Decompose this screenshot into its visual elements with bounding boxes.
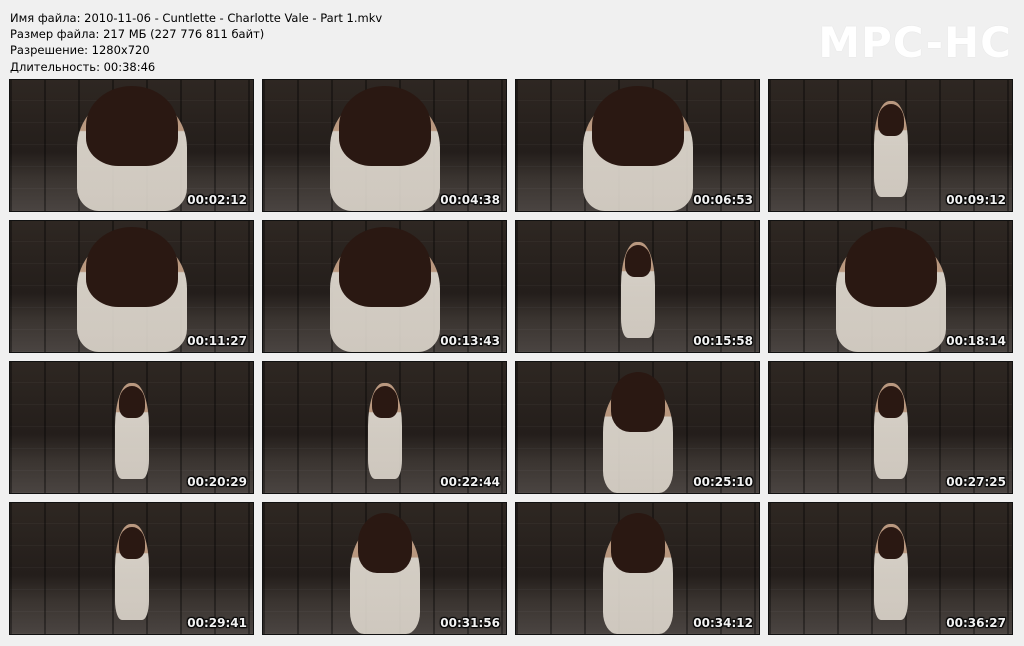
thumbnail-figure-head xyxy=(338,86,431,166)
thumbnail-figure-head xyxy=(610,372,665,432)
thumbnail: 00:36:27 xyxy=(768,502,1013,635)
thumbnail-timestamp: 00:06:53 xyxy=(693,193,753,207)
thumbnail: 00:13:43 xyxy=(262,220,507,353)
thumbnail-grid: 00:02:12 00:04:38 00:06:53 00:09:12 00:11:27… xyxy=(9,79,1013,635)
thumbnail-figure-head xyxy=(357,513,412,573)
thumbnail-timestamp: 00:36:27 xyxy=(946,616,1006,630)
thumbnail-timestamp: 00:29:41 xyxy=(187,616,247,630)
thumbnail-figure-head xyxy=(877,386,904,418)
video-resolution: Разрешение: 1280x720 xyxy=(10,43,150,58)
thumbnail-figure-head xyxy=(85,86,178,166)
thumbnail-timestamp: 00:34:12 xyxy=(693,616,753,630)
thumbnail: 00:20:29 xyxy=(9,361,254,494)
thumbnail: 00:34:12 xyxy=(515,502,760,635)
thumbnail-timestamp: 00:27:25 xyxy=(946,475,1006,489)
thumbnail: 00:27:25 xyxy=(768,361,1013,494)
thumbnail-figure-head xyxy=(844,227,937,307)
thumbnail-figure-head xyxy=(624,245,651,277)
thumbnail-timestamp: 00:04:38 xyxy=(440,193,500,207)
thumbnail-timestamp: 00:15:58 xyxy=(693,334,753,348)
thumbnail: 00:11:27 xyxy=(9,220,254,353)
thumbnail-figure-head xyxy=(610,513,665,573)
thumbnail-timestamp: 00:22:44 xyxy=(440,475,500,489)
mpc-hc-logo: MPC-HC xyxy=(818,18,1012,67)
thumbnail-timestamp: 00:11:27 xyxy=(187,334,247,348)
thumbnail-figure-head xyxy=(591,86,684,166)
thumbnail: 00:06:53 xyxy=(515,79,760,212)
thumbnail: 00:04:38 xyxy=(262,79,507,212)
thumbnail: 00:31:56 xyxy=(262,502,507,635)
thumbnail-figure-head xyxy=(371,386,398,418)
thumbnail: 00:18:14 xyxy=(768,220,1013,353)
thumbnail-timestamp: 00:25:10 xyxy=(693,475,753,489)
thumbnail-timestamp: 00:13:43 xyxy=(440,334,500,348)
file-info: Имя файла: 2010-11-06 - Cuntlette - Char… xyxy=(10,10,382,75)
thumbnail-timestamp: 00:31:56 xyxy=(440,616,500,630)
thumbnail: 00:02:12 xyxy=(9,79,254,212)
thumbnail-timestamp: 00:18:14 xyxy=(946,334,1006,348)
thumbnail: 00:09:12 xyxy=(768,79,1013,212)
thumbnail: 00:15:58 xyxy=(515,220,760,353)
thumbnail-figure-head xyxy=(118,527,145,559)
file-size: Размер файла: 217 МБ (227 776 811 байт) xyxy=(10,27,265,42)
thumbnail-figure-head xyxy=(877,527,904,559)
thumbnail-figure-head xyxy=(877,104,904,136)
thumbnail: 00:22:44 xyxy=(262,361,507,494)
thumbnail-figure-head xyxy=(338,227,431,307)
thumbnail: 00:25:10 xyxy=(515,361,760,494)
thumbnail-timestamp: 00:20:29 xyxy=(187,475,247,489)
file-name: Имя файла: 2010-11-06 - Cuntlette - Char… xyxy=(10,11,383,25)
thumbnail-timestamp: 00:02:12 xyxy=(187,193,247,207)
thumbnail: 00:29:41 xyxy=(9,502,254,635)
thumbnail-timestamp: 00:09:12 xyxy=(946,193,1006,207)
thumbnail-figure-head xyxy=(118,386,145,418)
thumbnail-figure-head xyxy=(85,227,178,307)
video-duration: Длительность: 00:38:46 xyxy=(10,59,156,74)
